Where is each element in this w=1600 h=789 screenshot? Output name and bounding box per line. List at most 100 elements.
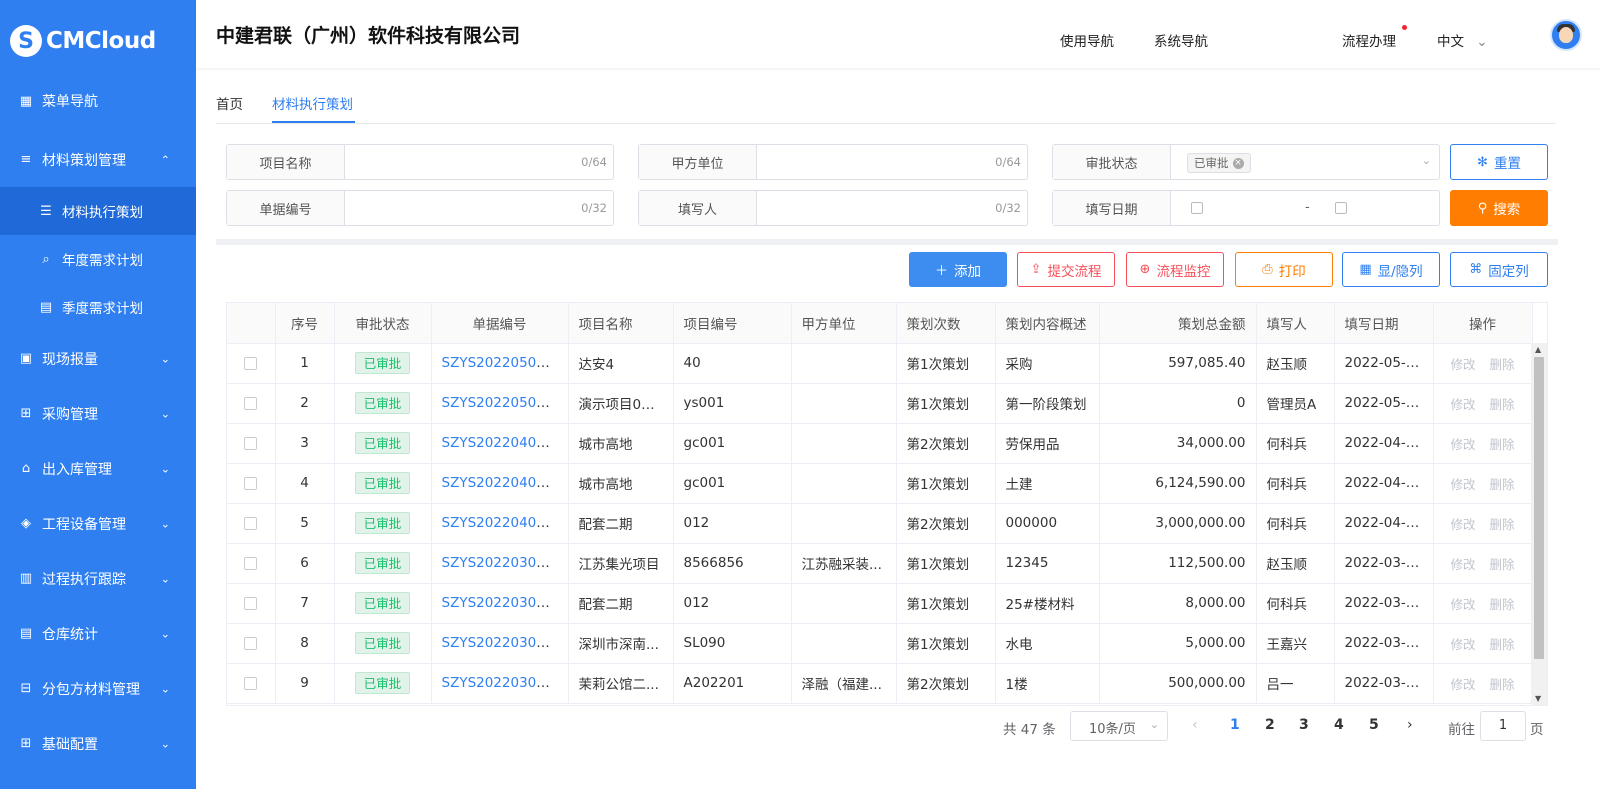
next-page-icon[interactable]: › xyxy=(1407,717,1413,733)
table-row[interactable]: 9 已审批 SZYS2022030485 茉莉公馆二... A202201 泽融（福建..… xyxy=(227,663,1533,704)
project-name-input[interactable]: 0/64 xyxy=(345,145,613,179)
row-checkbox[interactable] xyxy=(244,356,258,370)
doc-no-link[interactable]: SZYS2022030497 xyxy=(442,595,563,611)
edit-button[interactable]: 修改 xyxy=(1450,517,1475,532)
fixed-columns-button[interactable]: ⌘ 固定列 xyxy=(1450,252,1548,287)
tab-home[interactable]: 首页 xyxy=(216,93,243,113)
usage-nav-link[interactable]: 使用导航 xyxy=(1060,30,1114,50)
edit-button[interactable]: 修改 xyxy=(1450,637,1475,652)
table-row[interactable]: 2 已审批 SZYS2022050826 演示项目05... ys001 第1次策划 第一阶… xyxy=(227,383,1533,424)
doc-no-link[interactable]: SZYS2022030555 xyxy=(442,555,563,571)
delete-button[interactable]: 删除 xyxy=(1490,637,1515,652)
scroll-up-icon[interactable]: ▲ xyxy=(1535,345,1541,354)
delete-button[interactable]: 删除 xyxy=(1490,477,1515,492)
toggle-columns-button[interactable]: ▦ 显/隐列 xyxy=(1342,252,1440,287)
date-range-input[interactable]: - xyxy=(1171,191,1439,225)
process-link[interactable]: 流程办理 xyxy=(1342,30,1396,50)
cell-total-amount: 6,124,590.00 xyxy=(1099,463,1257,504)
row-checkbox[interactable] xyxy=(244,396,258,410)
delete-button[interactable]: 删除 xyxy=(1490,357,1515,372)
sidebar-item-site-report[interactable]: ▣ 现场报量 ⌄ xyxy=(0,331,196,386)
doc-no-link[interactable]: SZYS2022050905 xyxy=(442,355,563,371)
edit-button[interactable]: 修改 xyxy=(1450,397,1475,412)
row-checkbox[interactable] xyxy=(244,596,258,610)
edit-button[interactable]: 修改 xyxy=(1450,557,1475,572)
sidebar-item-stock-io-mgmt[interactable]: ⌂ 出入库管理 ⌄ xyxy=(0,441,196,496)
approval-status-select[interactable]: 已审批 × ⌄ xyxy=(1171,145,1439,179)
submit-flow-button[interactable]: ⇪ 提交流程 xyxy=(1017,252,1115,287)
scroll-down-icon[interactable]: ▼ xyxy=(1535,694,1541,703)
sidebar-item-purchase-mgmt[interactable]: ⊞ 采购管理 ⌄ xyxy=(0,386,196,441)
sidebar-item-process-tracking[interactable]: ▥ 过程执行跟踪 ⌄ xyxy=(0,551,196,606)
chevron-down-icon: ⌄ xyxy=(160,627,170,640)
table-row[interactable]: 5 已审批 SZYS2022040632 配套二期 012 第2次策划 000000 3,00… xyxy=(227,503,1533,544)
edit-button[interactable]: 修改 xyxy=(1450,437,1475,452)
edit-button[interactable]: 修改 xyxy=(1450,477,1475,492)
page-3[interactable]: 3 xyxy=(1299,717,1309,733)
doc-no-link[interactable]: SZYS2022030496 xyxy=(442,635,563,651)
cell-fill-date: 2022-03-18 xyxy=(1334,623,1434,664)
table-row[interactable]: 3 已审批 SZYS2022040733 城市高地 gc001 第2次策划 劳保用品 34,0… xyxy=(227,423,1533,464)
row-checkbox[interactable] xyxy=(244,436,258,450)
delete-button[interactable]: 删除 xyxy=(1490,517,1515,532)
sidebar-item-material-exec-plan[interactable]: ☰ 材料执行策划 xyxy=(0,187,196,235)
doc-no-link[interactable]: SZYS2022040729 xyxy=(442,475,563,491)
edit-button[interactable]: 修改 xyxy=(1450,597,1475,612)
delete-button[interactable]: 删除 xyxy=(1490,437,1515,452)
delete-button[interactable]: 删除 xyxy=(1490,677,1515,692)
page-2[interactable]: 2 xyxy=(1265,717,1275,733)
doc-no-link[interactable]: SZYS2022030485 xyxy=(442,675,563,691)
doc-no-link[interactable]: SZYS2022040632 xyxy=(442,515,563,531)
sidebar-item-material-plan-mgmt[interactable]: ≡ 材料策划管理 ⌃ xyxy=(0,132,196,187)
user-avatar[interactable] xyxy=(1550,19,1582,51)
row-checkbox[interactable] xyxy=(244,636,258,650)
reset-button[interactable]: ✻ 重置 xyxy=(1450,144,1548,180)
row-checkbox[interactable] xyxy=(244,556,258,570)
system-nav-link[interactable]: 系统导航 xyxy=(1154,30,1208,50)
page-1[interactable]: 1 xyxy=(1230,717,1240,733)
filler-input[interactable]: 0/32 xyxy=(757,191,1027,225)
edit-button[interactable]: 修改 xyxy=(1450,677,1475,692)
doc-no-link[interactable]: SZYS2022050826 xyxy=(442,395,563,411)
table-row[interactable]: 6 已审批 SZYS2022030555 江苏集光项目 8566856 江苏融采装... 第… xyxy=(227,543,1533,584)
scrollbar-thumb[interactable] xyxy=(1534,357,1544,659)
delete-button[interactable]: 删除 xyxy=(1490,557,1515,572)
table-row[interactable]: 4 已审批 SZYS2022040729 城市高地 gc001 第1次策划 土建 6,124,… xyxy=(227,463,1533,504)
print-button[interactable]: ⎙ 打印 xyxy=(1235,252,1333,287)
language-select[interactable]: 中文 ⌄ xyxy=(1437,30,1488,50)
table-row[interactable]: 1 已审批 SZYS2022050905 达安4 40 第1次策划 采购 597,085.40… xyxy=(227,343,1533,384)
search-button[interactable]: ⚲ 搜索 xyxy=(1450,190,1548,226)
row-checkbox[interactable] xyxy=(244,476,258,490)
table-row[interactable]: 7 已审批 SZYS2022030497 配套二期 012 第1次策划 25#楼材料 8,00… xyxy=(227,583,1533,624)
tab-material-exec-plan[interactable]: 材料执行策划 xyxy=(272,93,353,113)
sidebar-item-warehouse-stats[interactable]: ▤ 仓库统计 ⌄ xyxy=(0,606,196,661)
sidebar-item-equipment-mgmt[interactable]: ◈ 工程设备管理 ⌄ xyxy=(0,496,196,551)
flow-monitor-button[interactable]: ⊕ 流程监控 xyxy=(1126,252,1224,287)
page-5[interactable]: 5 xyxy=(1369,717,1379,733)
tag-close-icon[interactable]: × xyxy=(1232,157,1244,169)
party-a-input[interactable]: 0/64 xyxy=(757,145,1027,179)
cell-index: 8 xyxy=(275,623,335,664)
add-button[interactable]: ＋ 添加 xyxy=(909,252,1007,287)
row-select-cell xyxy=(227,623,276,664)
sidebar-item-label: 菜单导航 xyxy=(42,94,98,110)
table-row[interactable]: 8 已审批 SZYS2022030496 深圳市深南... SL090 第1次策划 水电 5,… xyxy=(227,623,1533,664)
row-checkbox[interactable] xyxy=(244,676,258,690)
sidebar-item-annual-demand-plan[interactable]: ⌕ 年度需求计划 xyxy=(0,235,196,283)
delete-button[interactable]: 删除 xyxy=(1490,397,1515,412)
doc-no-input[interactable]: 0/32 xyxy=(345,191,613,225)
page-4[interactable]: 4 xyxy=(1334,717,1344,733)
edit-button[interactable]: 修改 xyxy=(1450,357,1475,372)
prev-page-icon[interactable]: ‹ xyxy=(1192,717,1198,733)
sidebar-item-basic-config[interactable]: ⊞ 基础配置 ⌄ xyxy=(0,716,196,771)
table-scrollbar[interactable]: ▲ ▼ xyxy=(1531,343,1547,705)
row-checkbox[interactable] xyxy=(244,516,258,530)
page-size-select[interactable]: 10条/页 ⌄ xyxy=(1070,711,1168,741)
sidebar-item-subcontract-material-mgmt[interactable]: ⊟ 分包方材料管理 ⌄ xyxy=(0,661,196,716)
sidebar-item-menu-nav[interactable]: ▦ 菜单导航 xyxy=(0,82,196,120)
delete-button[interactable]: 删除 xyxy=(1490,597,1515,612)
sidebar-item-quarterly-demand-plan[interactable]: ▤ 季度需求计划 xyxy=(0,283,196,331)
doc-no-link[interactable]: SZYS2022040733 xyxy=(442,435,563,451)
goto-page-input[interactable]: 1 xyxy=(1480,711,1526,741)
status-tag: 已审批 × xyxy=(1187,153,1251,173)
